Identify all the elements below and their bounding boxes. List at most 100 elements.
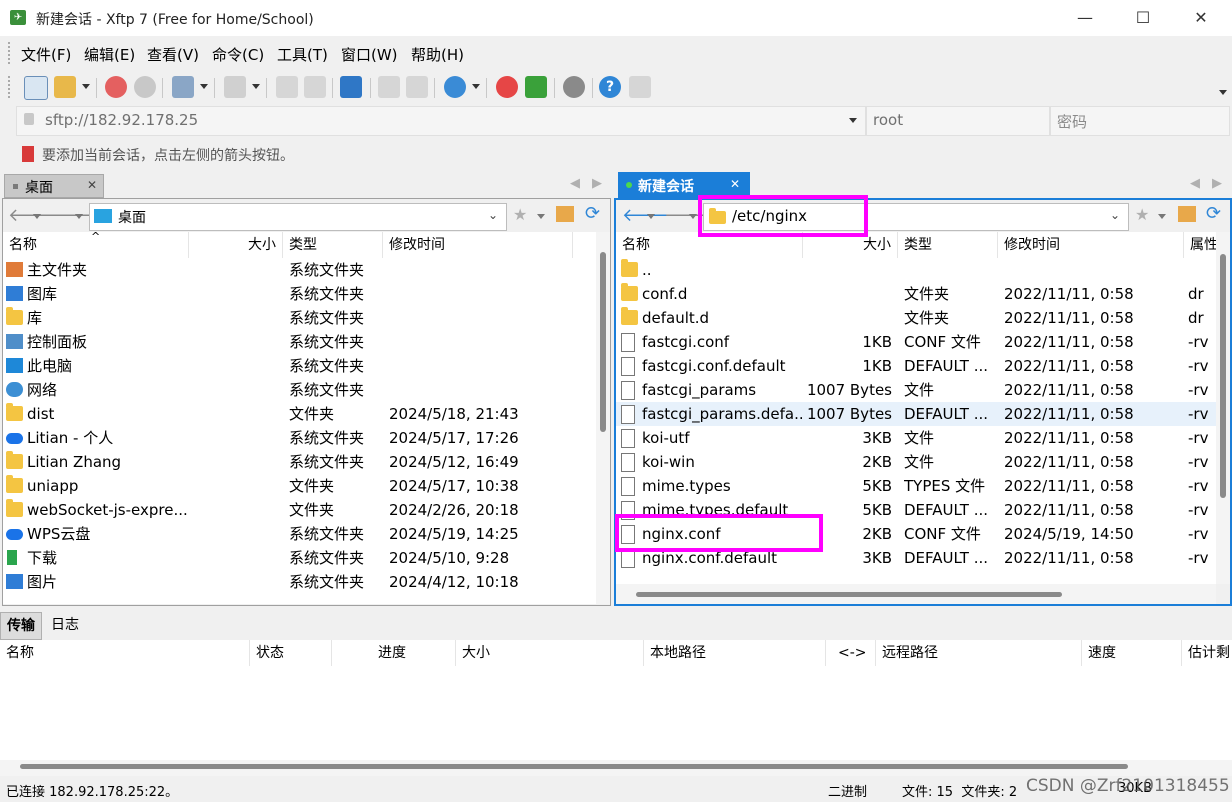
star-icon[interactable]: ★ xyxy=(513,205,527,224)
table-row[interactable]: 主文件夹 系统文件夹 xyxy=(3,258,597,282)
chevron-down-icon[interactable] xyxy=(472,84,480,89)
open-folder-icon[interactable] xyxy=(54,76,76,98)
table-row[interactable]: 控制面板 系统文件夹 xyxy=(3,330,597,354)
chevron-down-icon[interactable] xyxy=(1158,214,1166,219)
tcol-status[interactable]: 状态 xyxy=(250,640,332,666)
chevron-down-icon[interactable] xyxy=(849,118,857,123)
refresh-icon[interactable]: ⟳ xyxy=(1206,203,1221,224)
address-input[interactable]: sftp://182.92.178.25 xyxy=(45,111,198,129)
chevron-down-icon[interactable] xyxy=(82,84,90,89)
transfer-icon[interactable] xyxy=(340,76,362,98)
left-scrollbar-thumb[interactable] xyxy=(600,252,606,432)
table-row[interactable]: WPS云盘 系统文件夹 2024/5/19, 14:25 xyxy=(3,522,597,546)
transfer-hscrollbar[interactable] xyxy=(0,760,1232,776)
tab-scroll-left-icon[interactable]: ◀ xyxy=(1190,176,1200,191)
download-icon[interactable] xyxy=(304,76,326,98)
tcol-local-path[interactable]: 本地路径 xyxy=(644,640,826,666)
tab-scroll-right-icon[interactable]: ▶ xyxy=(1212,176,1222,191)
tcol-progress[interactable]: 进度 xyxy=(332,640,456,666)
properties-icon[interactable] xyxy=(172,76,194,98)
left-path-input[interactable]: 桌面 xyxy=(118,207,146,227)
table-row[interactable]: 图库 系统文件夹 xyxy=(3,282,597,306)
xftp-new-window-icon[interactable] xyxy=(525,76,547,98)
table-row[interactable]: .. xyxy=(616,258,1216,282)
toolbar-overflow-icon[interactable] xyxy=(1219,90,1227,95)
star-icon[interactable]: ★ xyxy=(1135,205,1149,224)
table-row[interactable]: koi-utf 3KB 文件 2022/11/11, 0:58 -rv xyxy=(616,426,1216,450)
table-row[interactable]: fastcgi.conf 1KB CONF 文件 2022/11/11, 0:58 -r… xyxy=(616,330,1216,354)
col-size[interactable]: 大小 xyxy=(189,232,283,258)
right-hscrollbar[interactable] xyxy=(616,584,1216,604)
maximize-icon[interactable]: ☐ xyxy=(1114,0,1172,36)
chevron-down-icon[interactable] xyxy=(689,214,697,219)
menu-edit[interactable]: 编辑(E) xyxy=(84,44,135,65)
connect-icon[interactable] xyxy=(105,76,127,98)
menu-file[interactable]: 文件(F) xyxy=(21,44,71,65)
menu-command[interactable]: 命令(C) xyxy=(212,44,264,65)
chevron-down-icon[interactable]: ⌄ xyxy=(488,208,498,222)
tab-scroll-right-icon[interactable]: ▶ xyxy=(592,176,602,191)
chevron-down-icon[interactable] xyxy=(252,84,260,89)
col-modified[interactable]: 修改时间 xyxy=(383,232,573,258)
table-row[interactable]: 网络 系统文件夹 xyxy=(3,378,597,402)
table-row[interactable]: 库 系统文件夹 xyxy=(3,306,597,330)
username-field[interactable]: root xyxy=(866,106,1050,136)
home-icon[interactable] xyxy=(1178,206,1196,222)
tcol-eta[interactable]: 估计剩 xyxy=(1182,640,1232,666)
gear-icon[interactable] xyxy=(563,76,585,98)
table-row[interactable]: default.d 文件夹 2022/11/11, 0:58 dr xyxy=(616,306,1216,330)
chevron-down-icon[interactable] xyxy=(33,214,41,219)
table-row[interactable]: uniapp 文件夹 2024/5/17, 10:38 xyxy=(3,474,597,498)
table-row[interactable]: Litian - 个人 系统文件夹 2024/5/17, 17:26 xyxy=(3,426,597,450)
home-icon[interactable] xyxy=(556,206,574,222)
paste-icon[interactable] xyxy=(406,76,428,98)
table-row[interactable]: mime.types 5KB TYPES 文件 2022/11/11, 0:58 -rv xyxy=(616,474,1216,498)
table-row[interactable]: webSocket-js-expre... 文件夹 2024/2/26, 20:18 xyxy=(3,498,597,522)
transfer-mode[interactable]: 二进制 xyxy=(828,781,867,800)
chat-icon[interactable] xyxy=(629,76,651,98)
table-row[interactable]: fastcgi.conf.default 1KB DEFAULT ... 2022/1… xyxy=(616,354,1216,378)
tcol-remote-path[interactable]: 远程路径 xyxy=(876,640,1082,666)
tcol-direction[interactable]: <-> xyxy=(826,640,876,666)
chevron-down-icon[interactable] xyxy=(200,84,208,89)
right-scrollbar-thumb[interactable] xyxy=(1220,254,1226,498)
tcol-size[interactable]: 大小 xyxy=(456,640,644,666)
menu-window[interactable]: 窗口(W) xyxy=(341,44,398,65)
chevron-down-icon[interactable]: ⌄ xyxy=(1110,208,1120,222)
help-icon[interactable]: ? xyxy=(599,76,621,98)
col-type[interactable]: 类型 xyxy=(283,232,383,258)
chevron-down-icon[interactable] xyxy=(75,214,83,219)
minimize-icon[interactable]: — xyxy=(1056,0,1114,36)
tab-transfer[interactable]: 传输 xyxy=(0,612,42,640)
copy-icon[interactable] xyxy=(378,76,400,98)
table-row[interactable]: conf.d 文件夹 2022/11/11, 0:58 dr xyxy=(616,282,1216,306)
table-row[interactable]: 图片 系统文件夹 2024/4/12, 10:18 xyxy=(3,570,597,594)
close-icon[interactable]: ✕ xyxy=(1172,0,1230,36)
left-scrollbar[interactable] xyxy=(596,232,610,604)
table-row[interactable]: 此电脑 系统文件夹 xyxy=(3,354,597,378)
chevron-down-icon[interactable] xyxy=(647,214,655,219)
col-attr[interactable]: 属性 xyxy=(1184,232,1216,258)
tab-desktop[interactable]: 桌面 ✕ xyxy=(4,174,104,198)
left-path-box[interactable]: 桌面 ⌄ xyxy=(89,203,507,231)
menu-tools[interactable]: 工具(T) xyxy=(277,44,328,65)
view-icon[interactable] xyxy=(224,76,246,98)
right-scrollbar[interactable] xyxy=(1216,232,1230,584)
col-type[interactable]: 类型 xyxy=(898,232,998,258)
menu-help[interactable]: 帮助(H) xyxy=(411,44,464,65)
menu-view[interactable]: 查看(V) xyxy=(147,44,199,65)
tab-log[interactable]: 日志 xyxy=(44,612,86,640)
xshell-icon[interactable] xyxy=(496,76,518,98)
tab-close-icon[interactable]: ✕ xyxy=(730,177,740,191)
table-row[interactable]: 下载 系统文件夹 2024/5/10, 9:28 xyxy=(3,546,597,570)
chevron-down-icon[interactable] xyxy=(537,214,545,219)
right-hscrollbar-thumb[interactable] xyxy=(636,592,1062,597)
tab-close-icon[interactable]: ✕ xyxy=(87,178,97,192)
tcol-name[interactable]: 名称 xyxy=(0,640,250,666)
table-row[interactable]: fastcgi_params 1007 Bytes 文件 2022/11/11, 0:… xyxy=(616,378,1216,402)
password-field[interactable]: 密码 xyxy=(1050,106,1230,136)
disconnect-icon[interactable] xyxy=(134,76,156,98)
transfer-hscrollbar-thumb[interactable] xyxy=(20,764,1128,769)
table-row[interactable]: dist 文件夹 2024/5/18, 21:43 xyxy=(3,402,597,426)
table-row[interactable]: Litian Zhang 系统文件夹 2024/5/12, 16:49 xyxy=(3,450,597,474)
